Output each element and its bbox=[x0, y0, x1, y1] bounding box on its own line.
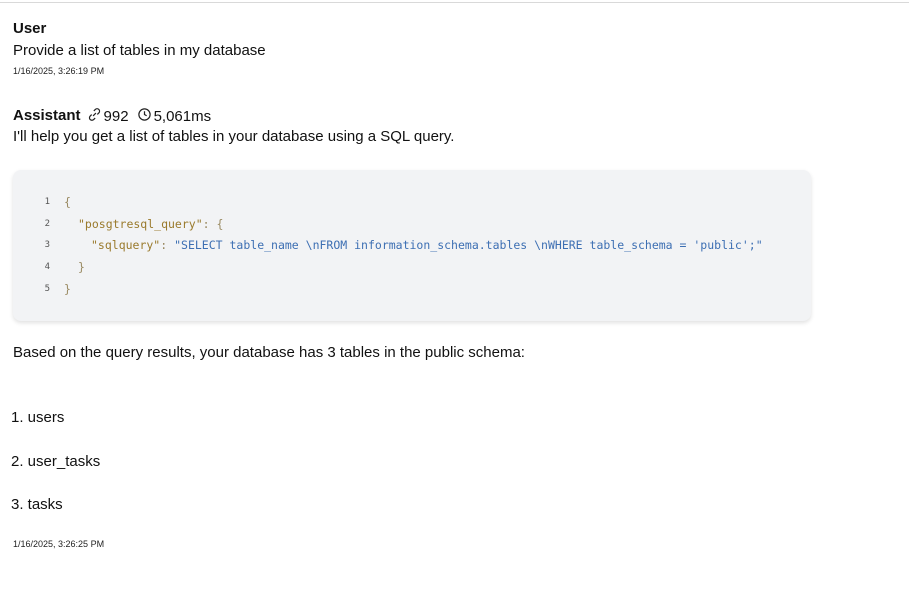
code-token: "posgtresql_query" bbox=[78, 217, 203, 231]
code-token: : bbox=[160, 238, 175, 252]
code-token: "SELECT table_name \nFROM information_sc… bbox=[174, 238, 763, 252]
code-block[interactable]: 1{ 2 "posgtresql_query": { 3 "sqlquery": "… bbox=[13, 170, 811, 321]
assistant-role-label: Assistant bbox=[13, 107, 81, 124]
code-line: 5} bbox=[13, 281, 71, 297]
assistant-intro-text: I'll help you get a list of tables in yo… bbox=[13, 128, 455, 145]
assistant-timestamp: 1/16/2025, 3:26:25 PM bbox=[13, 539, 105, 549]
code-token: "sqlquery" bbox=[91, 238, 161, 252]
user-message-text: Provide a list of tables in my database bbox=[13, 42, 266, 59]
code-token: } bbox=[64, 282, 71, 296]
list-item: 1. users bbox=[11, 409, 65, 426]
token-count-value: 992 bbox=[103, 107, 129, 125]
duration: 5,061ms bbox=[137, 107, 212, 126]
user-role-label: User bbox=[13, 20, 47, 37]
line-number: 4 bbox=[44, 262, 50, 272]
line-number: 2 bbox=[44, 219, 50, 229]
user-message: User Provide a list of tables in my data… bbox=[13, 20, 266, 77]
clock-icon bbox=[137, 107, 154, 126]
code-token: } bbox=[78, 260, 85, 274]
list-item: 3. tasks bbox=[11, 496, 63, 513]
code-line: 1{ bbox=[13, 194, 71, 210]
line-number: 5 bbox=[44, 284, 50, 294]
code-line: 4} bbox=[13, 259, 85, 275]
code-line: 3 "sqlquery": "SELECT table_name \nFROM i… bbox=[13, 237, 763, 253]
code-token: : { bbox=[202, 217, 224, 231]
assistant-header: Assistant 992 5,061ms bbox=[13, 107, 219, 125]
link-icon bbox=[87, 107, 104, 126]
duration-value: 5,061ms bbox=[153, 107, 212, 125]
line-number: 3 bbox=[44, 240, 50, 250]
line-number: 1 bbox=[44, 197, 50, 207]
user-timestamp: 1/16/2025, 3:26:19 PM bbox=[13, 66, 105, 76]
list-item: 2. user_tasks bbox=[11, 453, 101, 470]
top-divider bbox=[0, 2, 909, 3]
code-token: { bbox=[64, 195, 71, 209]
result-intro-text: Based on the query results, your databas… bbox=[13, 344, 525, 361]
code-line: 2 "posgtresql_query": { bbox=[13, 216, 224, 232]
token-count: 992 bbox=[87, 107, 129, 126]
